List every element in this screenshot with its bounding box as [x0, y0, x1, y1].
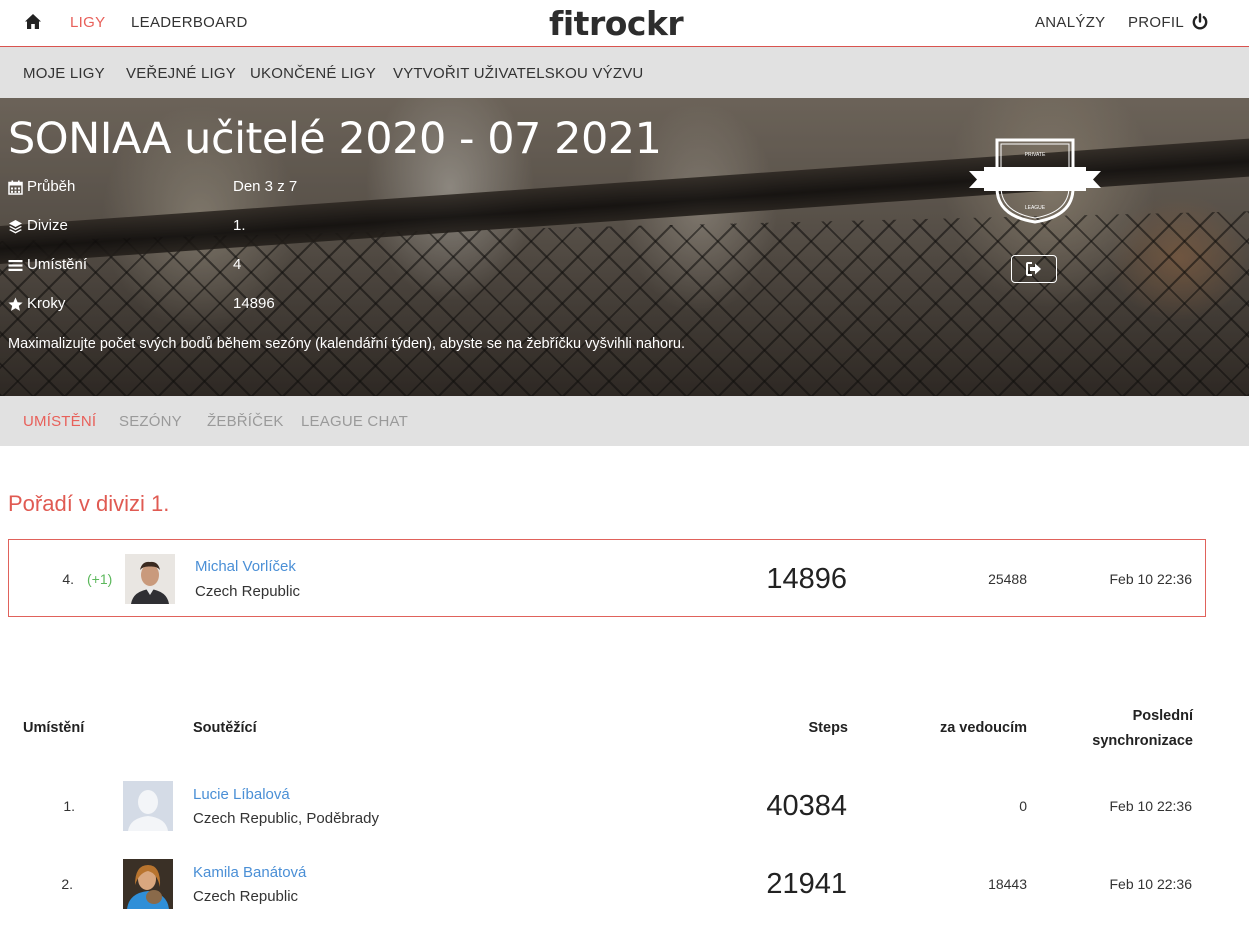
info-value-progress: Den 3 z 7 [233, 178, 298, 195]
my-rank-change: (+1) [87, 571, 113, 587]
competitor-location: Czech Republic [193, 888, 299, 905]
nav-link-ligy[interactable]: LIGY [70, 14, 105, 31]
league-title: SONIAA učitelé 2020 - 07 2021 [8, 114, 662, 164]
avatar[interactable] [123, 859, 173, 909]
list-icon [8, 260, 23, 271]
sign-out-icon [1026, 262, 1041, 276]
row-rank: 2. [61, 876, 73, 892]
my-last-sync: Feb 10 22:36 [1109, 571, 1192, 587]
nav-link-leaderboard[interactable]: LEADERBOARD [131, 14, 248, 31]
my-steps: 14896 [766, 563, 847, 595]
avatar[interactable] [125, 554, 175, 604]
subnav-moje-ligy[interactable]: MOJE LIGY [23, 65, 105, 82]
competitor-last-sync: Feb 10 22:36 [1109, 876, 1192, 892]
row-rank: 1. [63, 798, 75, 814]
badge-bottom-text: LEAGUE [1025, 205, 1046, 211]
my-name-link[interactable]: Michal Vorlíček [195, 558, 296, 575]
top-navbar: LIGY LEADERBOARD fitrockr ANALÝZY PROFIL [0, 0, 1249, 47]
subnav-ukoncene-ligy[interactable]: UKONČENÉ LIGY [250, 65, 376, 82]
info-value-placement: 4 [233, 256, 242, 273]
th-sync-line1: Poslední [1132, 708, 1193, 724]
power-icon[interactable] [1191, 13, 1209, 31]
info-value-division: 1. [233, 217, 246, 234]
competitor-last-sync: Feb 10 22:36 [1109, 798, 1192, 814]
avatar[interactable] [123, 781, 173, 831]
league-tabs: UMÍSTĚNÍ SEZÓNY ŽEBŘÍČEK LEAGUE CHAT [0, 396, 1249, 446]
tab-league-chat[interactable]: LEAGUE CHAT [301, 413, 408, 430]
my-behind-leader: 25488 [988, 571, 1027, 587]
layers-icon [9, 220, 22, 234]
division-title: Pořadí v divizi 1. [8, 491, 170, 516]
league-description: Maximalizujte počet svých bodů během sez… [8, 336, 686, 352]
my-location: Czech Republic [195, 583, 301, 600]
info-label-placement: Umístění [27, 256, 88, 273]
calendar-icon [8, 180, 23, 195]
league-subnav: MOJE LIGY VEŘEJNÉ LIGY UKONČENÉ LIGY VYT… [0, 47, 1249, 98]
th-sync-line2: synchronizace [1092, 733, 1193, 749]
badge-top-text: PRIVATE [1025, 152, 1046, 158]
tab-zebricek[interactable]: ŽEBŘÍČEK [207, 413, 284, 430]
subnav-verejne-ligy[interactable]: VEŘEJNÉ LIGY [126, 65, 236, 82]
tab-umisteni[interactable]: UMÍSTĚNÍ [23, 413, 96, 430]
th-rank: Umístění [23, 720, 85, 736]
fitrockr-logo[interactable]: fitrockr [549, 4, 684, 43]
competitor-steps: 40384 [766, 790, 847, 822]
nav-link-profil[interactable]: PROFIL [1128, 14, 1184, 31]
th-competitor: Soutěžící [193, 720, 257, 736]
tab-sezony[interactable]: SEZÓNY [119, 413, 182, 430]
my-ranking-card: 4. (+1) Michal Vorlíček Czech Republic 1… [8, 539, 1206, 617]
info-label-progress: Průběh [27, 178, 76, 195]
competitor-name-link[interactable]: Kamila Banátová [193, 864, 306, 881]
competitor-steps: 21941 [766, 868, 847, 900]
league-hero-banner: SONIAA učitelé 2020 - 07 2021 Průběh Den… [0, 98, 1249, 396]
th-steps: Steps [808, 720, 849, 736]
competitor-behind-leader: 0 [1019, 798, 1027, 814]
leave-league-button[interactable] [1011, 255, 1057, 283]
my-rank: 4. [62, 571, 74, 587]
info-label-division: Divize [27, 217, 68, 234]
th-behind: za vedoucím [939, 720, 1027, 736]
nav-link-analyzy[interactable]: ANALÝZY [1035, 14, 1105, 31]
competitor-name-link[interactable]: Lucie Líbalová [193, 786, 290, 803]
competitor-location: Czech Republic, Poděbrady [193, 810, 379, 827]
competitor-behind-leader: 18443 [988, 876, 1027, 892]
info-value-steps: 14896 [233, 295, 275, 312]
star-icon [8, 297, 23, 311]
info-label-steps: Kroky [27, 295, 66, 312]
home-icon[interactable] [24, 13, 42, 31]
subnav-vytvorit-vyzvu[interactable]: VYTVOŘIT UŽIVATELSKOU VÝZVU [393, 65, 643, 82]
private-league-badge: PRIVATE LEAGUE [969, 138, 1101, 224]
